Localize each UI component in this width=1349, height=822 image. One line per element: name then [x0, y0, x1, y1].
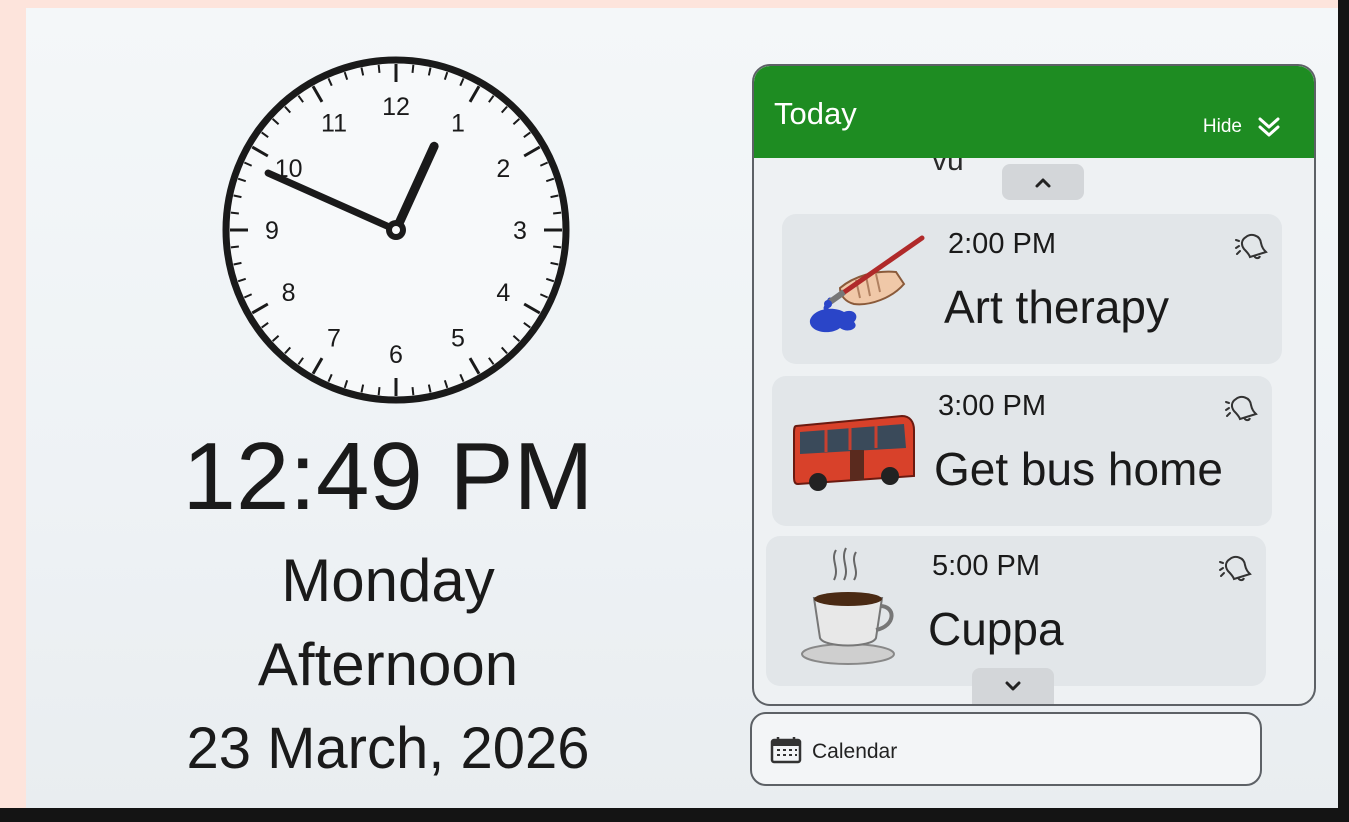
scroll-down-button[interactable] [972, 668, 1054, 704]
hide-button[interactable]: Hide [1154, 110, 1294, 144]
clock-numeral: 3 [513, 217, 527, 245]
clock-numeral: 7 [327, 324, 341, 352]
calendar-icon [770, 737, 802, 764]
bell-icon[interactable] [1218, 550, 1252, 584]
paintbrush-hand-icon [809, 235, 925, 333]
analog-clock: 121234567891011 [222, 56, 570, 404]
event-card-cuppa[interactable]: 5:00 PM Cuppa [766, 536, 1266, 686]
clock-numeral: 2 [496, 155, 510, 183]
time-of-day: Afternoon [257, 631, 519, 698]
clock-numeral: 1 [451, 110, 465, 138]
event-time: 5:00 PM [932, 550, 1040, 582]
calendar-button[interactable]: Calendar [750, 712, 1262, 786]
event-time: 2:00 PM [948, 228, 1056, 260]
event-title: Get bus home [934, 443, 1223, 495]
clock-numeral: 5 [451, 324, 465, 352]
clock-numeral: 11 [321, 110, 347, 138]
hide-label: Hide [1202, 116, 1242, 137]
chevron-up-icon [1035, 178, 1051, 188]
clock-numeral: 9 [265, 217, 279, 245]
clock-minute-tick [553, 211, 562, 215]
clock-numeral: 8 [282, 279, 296, 307]
clock-numeral: 12 [382, 93, 410, 121]
event-card-art-therapy[interactable]: 2:00 PM Art therapy [782, 214, 1282, 364]
clock-minute-tick [230, 245, 239, 249]
day-of-week: Monday [281, 547, 495, 614]
bell-icon[interactable] [1234, 228, 1268, 262]
today-header: Today Hide [754, 66, 1314, 158]
double-chevron-down-icon [1258, 117, 1280, 137]
device-bezel-right [1338, 0, 1349, 822]
event-card-get-bus-home[interactable]: 3:00 PM Get bus home [772, 376, 1272, 526]
digital-time: 12:49 PM [182, 423, 594, 530]
clock-numeral: 6 [389, 341, 403, 369]
clock-minute-tick [230, 211, 239, 215]
clock-minute-tick [553, 245, 562, 249]
scroll-up-button[interactable] [1002, 164, 1084, 200]
panel-title: Today [774, 96, 857, 131]
bus-icon [793, 414, 915, 491]
calendar-label: Calendar [812, 740, 898, 763]
device-bezel-bottom [0, 808, 1349, 822]
event-title: Art therapy [944, 281, 1169, 333]
clock-minute-tick [377, 64, 381, 73]
clock-minute-tick [411, 387, 415, 396]
clock-numeral: 4 [496, 279, 510, 307]
clock-minute-tick [377, 387, 381, 396]
screen: 12 1 2 3 4 5 6 7 8 9 10 11 12:49 PM Monday Afternoo… [26, 8, 1338, 808]
device-bezel-top [0, 0, 1349, 8]
event-title: Cuppa [928, 603, 1064, 655]
today-panel: vu 2:00 PM Art therapy 3:00 PM Get bus h… [752, 64, 1316, 706]
event-time: 3:00 PM [938, 390, 1046, 422]
bell-icon[interactable] [1224, 390, 1258, 424]
chevron-down-icon [1005, 681, 1021, 691]
coffee-cup-icon [801, 547, 895, 665]
clock-minute-tick [411, 64, 415, 73]
date-text: 23 March, 2026 [186, 716, 590, 781]
